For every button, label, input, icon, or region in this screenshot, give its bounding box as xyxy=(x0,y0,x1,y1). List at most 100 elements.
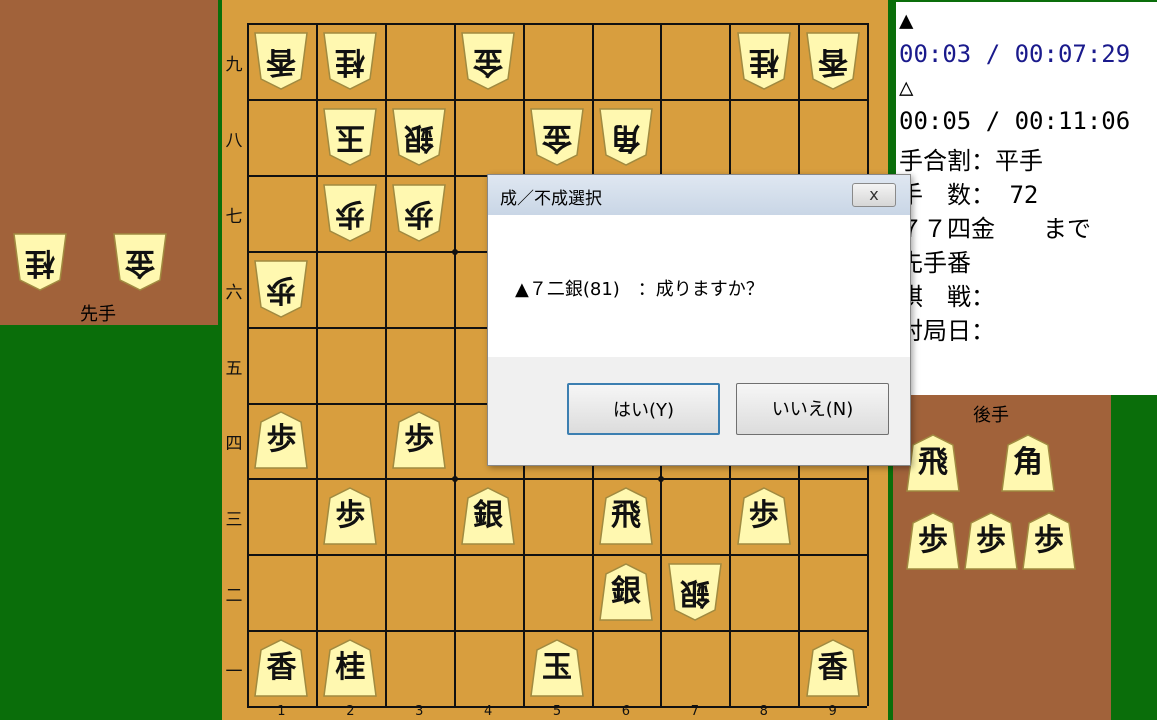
board-piece[interactable]: 桂 xyxy=(734,31,794,91)
rank-label: 九 xyxy=(225,54,243,75)
piece-label: 金 xyxy=(125,245,155,280)
no-button[interactable]: いいえ(N) xyxy=(736,383,889,435)
piece-label: 歩 xyxy=(748,498,779,534)
board-piece[interactable]: 香 xyxy=(803,31,863,91)
board-piece[interactable]: 香 xyxy=(803,638,863,698)
piece-label: 玉 xyxy=(542,650,573,686)
piece-label: 香 xyxy=(817,43,848,79)
board-piece[interactable]: 歩 xyxy=(251,410,311,470)
gote-piece-stand[interactable]: 後手 飛角歩歩歩 xyxy=(893,395,1111,720)
board-piece[interactable]: 桂 xyxy=(320,31,380,91)
star-point xyxy=(658,476,665,483)
rank-label: 六 xyxy=(225,282,243,303)
board-piece[interactable]: 銀 xyxy=(596,562,656,622)
piece-label: 銀 xyxy=(473,498,504,534)
piece-label: 飛 xyxy=(610,498,641,534)
board-piece[interactable]: 歩 xyxy=(320,183,380,243)
close-icon: x xyxy=(869,185,879,204)
file-label: 5 xyxy=(552,704,562,719)
dialog-titlebar[interactable]: 成／不成選択 x xyxy=(488,175,910,215)
piece-label: 歩 xyxy=(404,422,435,458)
grid-line xyxy=(247,554,867,557)
rank-label: 四 xyxy=(225,434,243,455)
stand-piece[interactable]: 歩 xyxy=(1019,511,1079,571)
file-label: 2 xyxy=(346,704,355,719)
sente-mark: ▲ xyxy=(899,6,914,34)
board-piece[interactable]: 銀 xyxy=(458,486,518,546)
file-label: 7 xyxy=(690,704,699,719)
board-piece[interactable]: 飛 xyxy=(596,486,656,546)
piece-label: 角 xyxy=(610,119,641,155)
grid-line xyxy=(247,478,867,481)
piece-label: 歩 xyxy=(976,523,1006,558)
piece-label: 銀 xyxy=(404,119,435,155)
file-label: 6 xyxy=(621,704,631,719)
yes-button[interactable]: はい(Y) xyxy=(567,383,720,435)
piece-label: 金 xyxy=(542,119,573,155)
piece-label: 歩 xyxy=(266,422,297,458)
sente-piece-stand[interactable]: 桂 金 先手 xyxy=(0,0,218,325)
piece-label: 歩 xyxy=(918,523,948,558)
piece-label: 歩 xyxy=(404,195,435,231)
sente-time: 00:03 / 00:07:29 xyxy=(899,40,1131,68)
piece-label: 桂 xyxy=(25,245,55,280)
piece-label: 桂 xyxy=(748,43,779,79)
piece-label: 歩 xyxy=(335,498,366,534)
stand-piece[interactable]: 歩 xyxy=(903,511,963,571)
board-piece[interactable]: 歩 xyxy=(734,486,794,546)
star-point xyxy=(451,248,458,255)
board-piece[interactable]: 香 xyxy=(251,31,311,91)
piece-label: 角 xyxy=(1013,445,1043,480)
board-piece[interactable]: 玉 xyxy=(527,638,587,698)
file-label: 3 xyxy=(415,704,424,719)
board-piece[interactable]: 香 xyxy=(251,638,311,698)
rank-label: 一 xyxy=(225,662,243,683)
piece-label: 歩 xyxy=(266,271,297,307)
gote-mark: △ xyxy=(899,73,914,101)
rank-label: 八 xyxy=(225,130,243,151)
stand-piece[interactable]: 桂 xyxy=(10,232,70,292)
grid-line xyxy=(247,630,867,633)
stand-piece[interactable]: 金 xyxy=(110,232,170,292)
board-piece[interactable]: 歩 xyxy=(320,486,380,546)
dialog-title: 成／不成選択 xyxy=(500,189,602,209)
piece-label: 金 xyxy=(473,43,504,79)
board-piece[interactable]: 桂 xyxy=(320,638,380,698)
board-piece[interactable]: 銀 xyxy=(665,562,725,622)
file-label: 1 xyxy=(277,704,286,719)
board-piece[interactable]: 歩 xyxy=(389,410,449,470)
piece-label: 銀 xyxy=(679,575,710,611)
piece-label: 玉 xyxy=(335,119,366,155)
stand-piece[interactable]: 歩 xyxy=(961,511,1021,571)
file-label: 9 xyxy=(828,704,837,719)
sente-stand-label: 先手 xyxy=(80,304,116,325)
event-info: 棋 戦： xyxy=(899,283,995,311)
piece-label: 銀 xyxy=(610,574,641,610)
dialog-close-button[interactable]: x xyxy=(852,183,896,207)
board-piece[interactable]: 金 xyxy=(527,107,587,167)
board-piece[interactable]: 歩 xyxy=(389,183,449,243)
piece-label: 桂 xyxy=(335,650,366,686)
date-info: 対局日： xyxy=(899,317,995,345)
piece-label: 歩 xyxy=(335,195,366,231)
board-piece[interactable]: 角 xyxy=(596,107,656,167)
board-piece[interactable]: 銀 xyxy=(389,107,449,167)
board-piece[interactable]: 歩 xyxy=(251,259,311,319)
rank-label: 七 xyxy=(225,206,243,227)
dialog-message: ▲７二銀(81) ：成りますか？ xyxy=(515,279,764,300)
grid-line xyxy=(384,23,387,706)
board-piece[interactable]: 金 xyxy=(458,31,518,91)
rank-label: 二 xyxy=(225,586,243,607)
grid-line xyxy=(247,98,867,101)
stand-piece[interactable]: 角 xyxy=(998,433,1058,493)
stand-piece[interactable]: 飛 xyxy=(903,433,963,493)
grid-line xyxy=(315,23,318,706)
piece-label: 香 xyxy=(266,43,297,79)
grid-line xyxy=(247,23,249,706)
piece-label: 香 xyxy=(817,650,848,686)
game-info-panel: ▲ 00:03 / 00:07:29 △ 00:05 / 00:11:06 手合… xyxy=(896,2,1157,395)
piece-label: 香 xyxy=(266,650,297,686)
board-piece[interactable]: 玉 xyxy=(320,107,380,167)
star-point xyxy=(451,476,458,483)
last-move: ７７四金 まで xyxy=(899,215,1091,243)
